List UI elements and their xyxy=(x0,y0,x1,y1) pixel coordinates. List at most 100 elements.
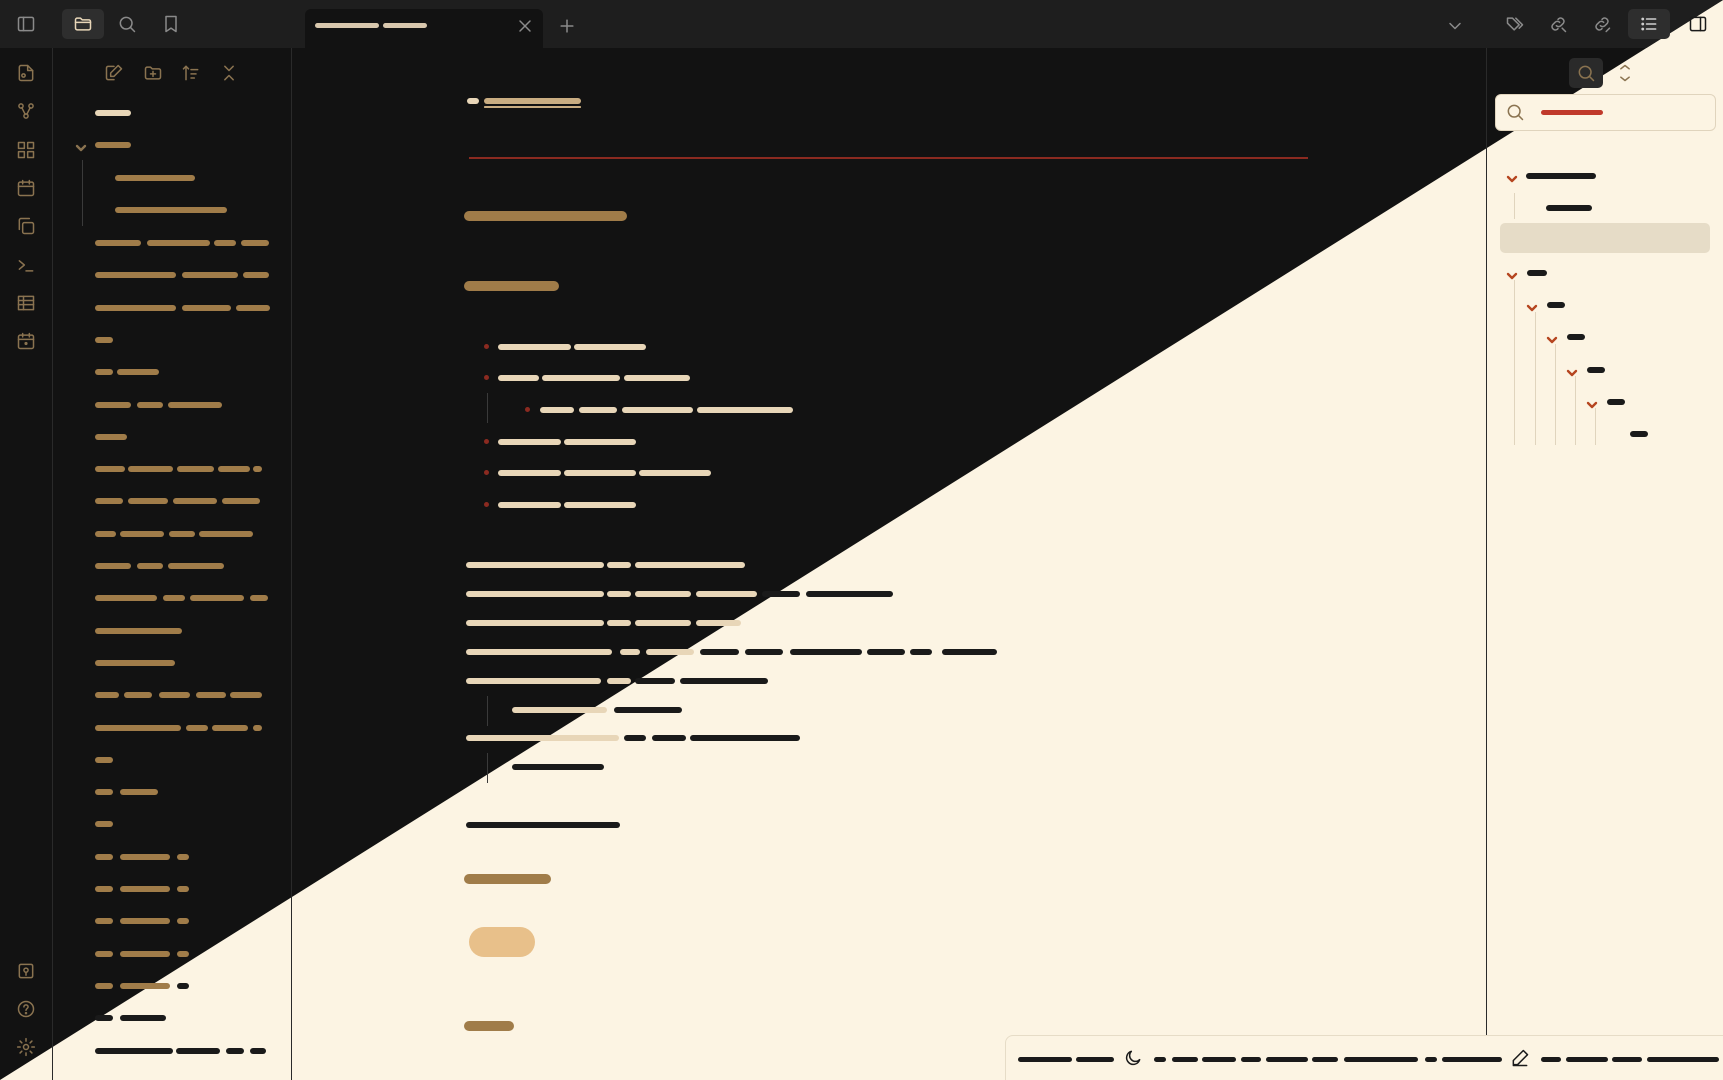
status-text xyxy=(1241,1057,1261,1062)
file-item xyxy=(177,466,214,473)
reading-mode-icon[interactable] xyxy=(1685,11,1711,37)
new-note-icon[interactable] xyxy=(15,62,37,84)
paragraph-text xyxy=(624,735,646,741)
link-out-icon[interactable] xyxy=(1545,11,1571,37)
link-in-icon[interactable] xyxy=(1589,11,1615,37)
new-folder-icon[interactable] xyxy=(140,60,166,86)
status-text xyxy=(1154,1057,1166,1062)
inline-link xyxy=(484,98,581,104)
paragraph-text xyxy=(867,649,905,655)
paragraph-text xyxy=(607,591,631,597)
search-icon[interactable] xyxy=(114,11,140,37)
plus-icon[interactable] xyxy=(554,13,580,39)
file-item xyxy=(230,692,262,699)
outline-item xyxy=(1526,173,1596,179)
file-item xyxy=(95,724,181,731)
file-item xyxy=(95,240,141,246)
file-item xyxy=(120,950,170,957)
heading-2 xyxy=(464,211,627,221)
sidebar-toggle-icon[interactable] xyxy=(13,11,39,37)
list-item-text xyxy=(639,470,711,476)
copy-icon[interactable] xyxy=(15,215,37,237)
chevron-down-icon[interactable] xyxy=(1586,396,1598,409)
file-item xyxy=(190,595,244,602)
tab-title-2 xyxy=(383,23,427,28)
help-icon[interactable] xyxy=(15,998,37,1020)
tags-icon[interactable] xyxy=(1502,11,1528,37)
paragraph-text xyxy=(635,678,675,684)
search-icon[interactable] xyxy=(1573,60,1599,86)
terminal-icon[interactable] xyxy=(15,254,37,276)
file-item xyxy=(128,498,168,505)
pencil-icon[interactable] xyxy=(1507,1045,1533,1071)
chevron-down-icon[interactable] xyxy=(1506,267,1518,280)
file-item xyxy=(182,304,231,311)
settings-icon[interactable] xyxy=(15,1036,37,1058)
file-item xyxy=(95,466,125,473)
new-note-icon[interactable] xyxy=(101,60,127,86)
collapse-icon[interactable] xyxy=(1612,60,1638,86)
file-item xyxy=(250,1047,266,1054)
blocks-icon[interactable] xyxy=(15,139,37,161)
list-item-text xyxy=(498,470,561,476)
file-item xyxy=(120,918,170,925)
tab-active[interactable] xyxy=(305,9,543,48)
graph-icon[interactable] xyxy=(15,100,37,122)
file-item xyxy=(253,724,262,731)
file-item xyxy=(177,886,189,892)
sort-icon[interactable] xyxy=(178,60,204,86)
highlight-pill[interactable] xyxy=(469,927,535,957)
file-item xyxy=(253,466,262,473)
file-item xyxy=(168,401,222,408)
file-item xyxy=(95,304,176,311)
chevron-down-icon[interactable] xyxy=(75,139,87,152)
file-item xyxy=(95,498,123,505)
blockquote-guide xyxy=(487,696,488,726)
outline-item-selected[interactable] xyxy=(1500,223,1710,253)
file-item xyxy=(95,756,113,763)
paragraph-text xyxy=(696,620,741,626)
moon-icon[interactable] xyxy=(1120,1045,1146,1071)
collapse-all-icon[interactable] xyxy=(216,60,242,86)
chevron-down-icon[interactable] xyxy=(1546,331,1558,344)
outline-guide xyxy=(1595,408,1596,445)
calendar-icon[interactable] xyxy=(15,177,37,199)
folder-icon[interactable] xyxy=(70,11,96,37)
file-item xyxy=(95,821,113,828)
folder-item xyxy=(95,142,131,148)
file-item xyxy=(159,692,190,699)
paragraph-text xyxy=(512,764,604,770)
chevron-down-icon[interactable] xyxy=(1442,13,1468,39)
chevron-down-icon[interactable] xyxy=(1526,299,1538,312)
list-bullet xyxy=(484,375,489,380)
file-item xyxy=(95,950,113,957)
outline-item xyxy=(1607,399,1625,405)
file-item xyxy=(163,595,185,602)
paragraph-text xyxy=(466,735,619,741)
outline-icon[interactable] xyxy=(1636,11,1662,37)
table-icon[interactable] xyxy=(15,292,37,314)
daily-note-icon[interactable] xyxy=(15,330,37,352)
file-item xyxy=(177,918,189,925)
vault-icon[interactable] xyxy=(15,960,37,982)
chevron-down-icon[interactable] xyxy=(1506,170,1518,183)
paragraph-text xyxy=(690,735,800,741)
bookmark-icon[interactable] xyxy=(158,11,184,37)
status-text xyxy=(1202,1057,1236,1062)
file-item xyxy=(95,272,176,279)
tree-guide xyxy=(82,160,83,226)
list-item-text xyxy=(542,375,620,381)
status-text xyxy=(1541,1057,1561,1062)
close-icon[interactable] xyxy=(512,13,538,39)
outline-item xyxy=(1567,334,1585,340)
list-item-text xyxy=(574,344,646,350)
chevron-down-icon[interactable] xyxy=(1566,364,1578,377)
file-item xyxy=(236,304,270,311)
file-item xyxy=(182,272,238,279)
outline-guide xyxy=(1514,280,1515,445)
outline-search-input[interactable] xyxy=(1495,94,1716,131)
paragraph-text xyxy=(635,620,691,626)
paragraph-text xyxy=(466,620,604,626)
obsidian-window xyxy=(0,0,1723,1080)
outline-guide xyxy=(1514,193,1515,219)
